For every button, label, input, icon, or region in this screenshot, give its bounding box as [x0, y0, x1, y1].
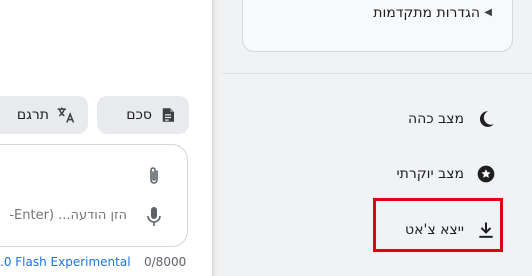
- caret-left-icon: ◀: [484, 7, 492, 18]
- advanced-settings-label: הגדרות מתקדמות: [373, 5, 480, 21]
- translate-label: תרגם: [16, 107, 49, 123]
- highlight-box: [373, 198, 503, 252]
- summarize-button[interactable]: סכם: [97, 96, 189, 134]
- dark-mode-label: מצב כהה: [407, 111, 464, 127]
- bright-mode-item[interactable]: מצב יוקרתי: [397, 162, 496, 186]
- pane-divider: [212, 0, 222, 276]
- summarize-label: סכם: [126, 107, 152, 123]
- paperclip-icon[interactable]: [145, 165, 163, 187]
- translate-button[interactable]: תרגם: [0, 96, 88, 134]
- dark-mode-item[interactable]: מצב כהה: [408, 107, 496, 131]
- translate-icon: [57, 107, 75, 123]
- moon-icon: [479, 111, 494, 127]
- chat-pane: סכם תרגם .0 Flash Experimental 0/8000: [0, 0, 212, 276]
- document-icon: [162, 108, 174, 122]
- star-circle-icon: [477, 165, 495, 183]
- advanced-settings-toggle[interactable]: הגדרות מתקדמות ◀: [242, 0, 513, 52]
- message-area: [0, 0, 212, 75]
- message-composer: [0, 144, 188, 247]
- separator: [222, 73, 532, 74]
- message-input[interactable]: [0, 206, 127, 224]
- microphone-icon[interactable]: [145, 206, 163, 228]
- character-counter: 0/8000: [144, 255, 187, 269]
- bright-mode-label: מצב יוקרתי: [396, 166, 464, 182]
- model-label[interactable]: .0 Flash Experimental: [0, 255, 131, 269]
